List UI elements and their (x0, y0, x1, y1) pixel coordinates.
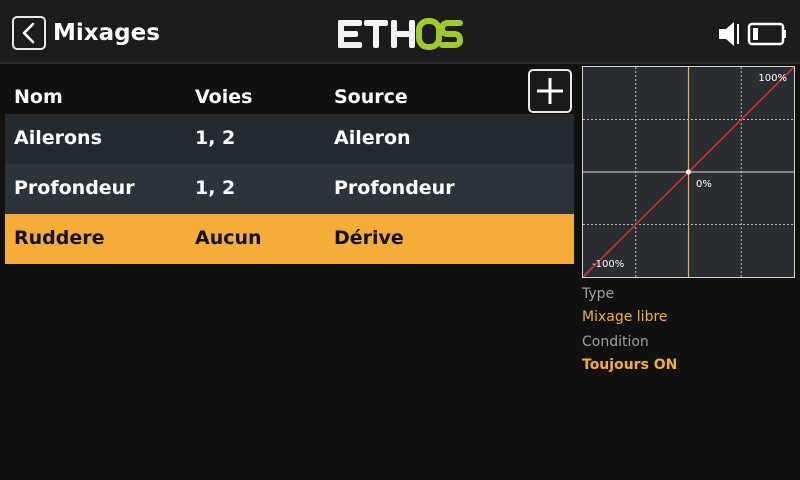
plus-icon (537, 78, 563, 104)
column-header-name: Nom (14, 86, 63, 108)
column-header-channels: Voies (195, 86, 253, 108)
table-row-selected[interactable]: Ruddere Aucun Dérive (5, 214, 574, 264)
page-title: Mixages (53, 20, 160, 46)
row-channels: 1, 2 (195, 177, 236, 199)
row-source: Dérive (334, 227, 404, 249)
back-icon (22, 22, 35, 44)
condition-label: Condition (582, 334, 649, 350)
row-name: Ruddere (14, 227, 105, 249)
row-name: Profondeur (14, 177, 135, 199)
type-value: Mixage libre (582, 309, 668, 325)
row-channels: Aucun (195, 227, 262, 249)
mix-curve-preview: 100% 0% -100% (582, 66, 795, 278)
curve-center-label: 0% (696, 179, 712, 190)
row-channels: 1, 2 (195, 127, 236, 149)
curve-min-label: -100% (592, 259, 625, 270)
curve-graph (583, 67, 794, 277)
type-label: Type (582, 286, 615, 302)
row-name: Ailerons (14, 127, 102, 149)
condition-value: Toujours ON (582, 357, 678, 373)
column-header-source: Source (334, 86, 408, 108)
add-mix-button[interactable] (528, 69, 572, 113)
back-button[interactable] (12, 16, 46, 50)
table-header: Nom Voies Source (5, 78, 575, 114)
curve-max-label: 100% (758, 73, 787, 84)
table-row[interactable]: Ailerons 1, 2 Aileron (5, 114, 574, 164)
ethos-logo (338, 18, 464, 50)
battery-icon (747, 22, 786, 46)
table-row[interactable]: Profondeur 1, 2 Profondeur (5, 164, 574, 214)
row-source: Profondeur (334, 177, 455, 199)
row-source: Aileron (334, 127, 411, 149)
speaker-icon[interactable] (716, 20, 744, 48)
header-bar: Mixages (0, 0, 800, 64)
